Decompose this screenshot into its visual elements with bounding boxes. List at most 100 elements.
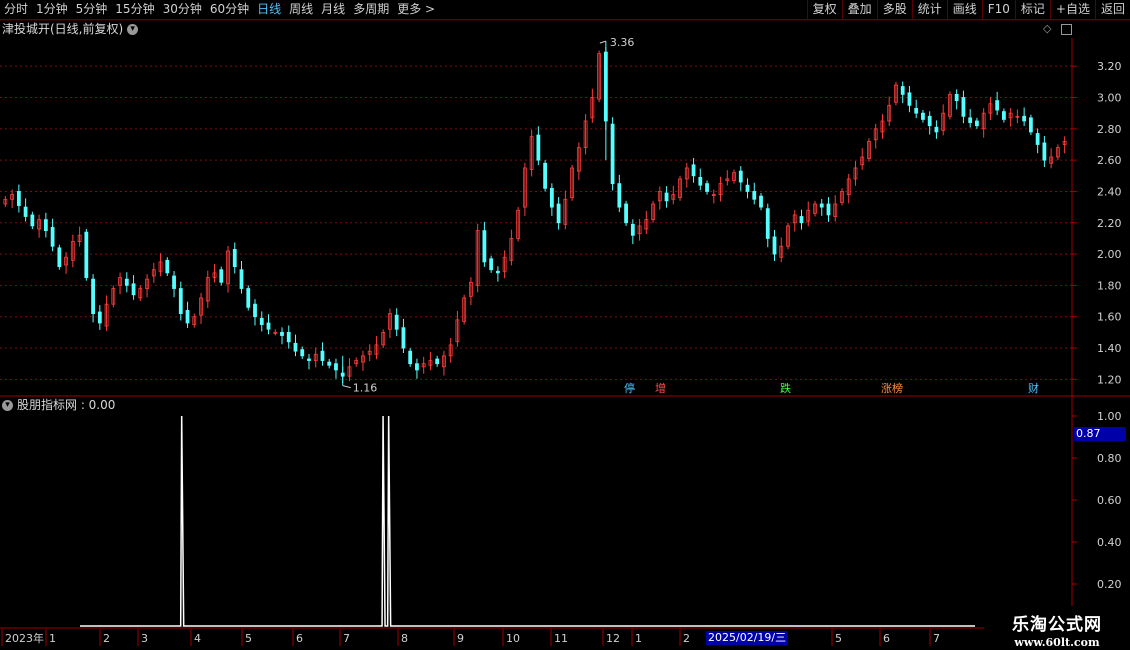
candle-body-32 bbox=[219, 269, 224, 283]
candle-body-90 bbox=[610, 123, 615, 185]
x-label-14: 2 bbox=[683, 632, 690, 645]
low-marker-label: 1.16 bbox=[353, 382, 378, 395]
candle-body-13 bbox=[91, 278, 95, 314]
candle-body-35 bbox=[239, 269, 244, 289]
chevron-down-icon[interactable]: ▾ bbox=[2, 400, 13, 411]
candle-body-18 bbox=[124, 278, 129, 286]
candle-body-147 bbox=[995, 100, 1000, 111]
x-label-1: 1 bbox=[49, 632, 56, 645]
x-label-5: 5 bbox=[245, 632, 252, 645]
candle-body-142 bbox=[961, 97, 966, 117]
candle-body-60 bbox=[408, 350, 413, 365]
candle-body-3 bbox=[23, 206, 28, 217]
x-label-4: 4 bbox=[194, 632, 201, 645]
crosshair-date: 2025/02/19/三 bbox=[706, 631, 789, 645]
x-label-15: 5 bbox=[835, 632, 842, 645]
candle-body-58 bbox=[394, 314, 399, 330]
event-marker-1: 增 bbox=[655, 381, 666, 395]
x-label-11: 11 bbox=[554, 632, 568, 645]
x-label-12: 12 bbox=[606, 632, 620, 645]
candle-body-81 bbox=[549, 187, 554, 208]
candle-body-39 bbox=[266, 322, 271, 330]
candle-body-153 bbox=[1035, 133, 1040, 145]
candle-body-34 bbox=[232, 248, 237, 268]
candle-body-24 bbox=[165, 259, 170, 274]
x-label-9: 9 bbox=[457, 632, 464, 645]
x-label-3: 3 bbox=[141, 632, 148, 645]
watermark-logo: 乐淘公式网 www.60lt.com bbox=[984, 606, 1130, 650]
candle-body-49 bbox=[334, 363, 338, 371]
candle-body-134 bbox=[907, 92, 912, 106]
candle-body-6 bbox=[43, 219, 48, 231]
candle-body-36 bbox=[246, 288, 251, 308]
indicator-title-text: 股朋指标网 : 0.00 bbox=[17, 398, 116, 412]
main-y-tick-0: 3.20 bbox=[1097, 60, 1122, 73]
event-marker-2: 跌 bbox=[780, 381, 791, 395]
candle-body-98 bbox=[664, 192, 669, 202]
x-label-7: 7 bbox=[343, 632, 350, 645]
candle-body-110 bbox=[745, 184, 750, 192]
x-label-0: 2023年 bbox=[5, 631, 44, 645]
sub-y-tick-3: 0.40 bbox=[1097, 536, 1122, 549]
candle-body-61 bbox=[415, 363, 419, 371]
candle-body-19 bbox=[131, 283, 136, 296]
candle-body-43 bbox=[293, 342, 298, 352]
main-y-tick-5: 2.20 bbox=[1097, 217, 1122, 230]
candle-body-137 bbox=[927, 115, 932, 127]
candle-body-4 bbox=[30, 214, 35, 227]
main-y-tick-7: 1.80 bbox=[1097, 279, 1122, 292]
x-label-8: 8 bbox=[401, 632, 408, 645]
candle-body-114 bbox=[772, 236, 777, 255]
candle-body-112 bbox=[759, 195, 763, 208]
candle-body-154 bbox=[1042, 142, 1047, 161]
candle-body-103 bbox=[698, 176, 703, 186]
main-y-tick-1: 3.00 bbox=[1097, 92, 1122, 105]
candle-body-143 bbox=[968, 117, 973, 123]
main-y-tick-4: 2.40 bbox=[1097, 185, 1122, 198]
event-marker-3: 涨榜 bbox=[881, 381, 903, 395]
main-y-tick-3: 2.60 bbox=[1097, 154, 1122, 167]
candle-body-93 bbox=[630, 223, 635, 236]
candle-body-141 bbox=[954, 93, 959, 102]
x-label-10: 10 bbox=[506, 632, 520, 645]
candle-body-71 bbox=[482, 230, 487, 263]
candle-body-122 bbox=[826, 203, 831, 216]
candle-body-14 bbox=[97, 311, 102, 324]
sub-y-tick-1: 0.80 bbox=[1097, 452, 1122, 465]
candle-body-104 bbox=[705, 183, 709, 192]
indicator-line bbox=[80, 415, 975, 627]
candle-body-80 bbox=[543, 162, 548, 189]
candle-body-138 bbox=[934, 126, 939, 133]
candle-body-113 bbox=[765, 208, 770, 239]
x-label-2: 2 bbox=[103, 632, 110, 645]
x-label-17: 7 bbox=[933, 632, 940, 645]
high-marker-label: 3.36 bbox=[610, 36, 635, 49]
main-y-tick-6: 2.00 bbox=[1097, 248, 1122, 261]
chart-canvas[interactable]: 3.20 3.00 2.80 2.60 2.40 2.20 2.00 1.80 1.60 1.40… bbox=[0, 0, 1130, 650]
candle-body-27 bbox=[185, 310, 190, 324]
candle-body-79 bbox=[536, 134, 541, 161]
candle-body-12 bbox=[84, 231, 89, 278]
candle-body-109 bbox=[738, 170, 743, 183]
candle-body-64 bbox=[435, 358, 440, 365]
x-label-13: 1 bbox=[635, 632, 642, 645]
candle-body-118 bbox=[799, 216, 804, 224]
candle-body-47 bbox=[320, 350, 325, 361]
candle-body-38 bbox=[259, 317, 264, 325]
candle-body-37 bbox=[253, 303, 257, 318]
candle-body-92 bbox=[624, 203, 628, 224]
candle-body-45 bbox=[307, 358, 311, 361]
candle-body-152 bbox=[1028, 117, 1033, 133]
candle-body-102 bbox=[691, 164, 696, 177]
candle-body-121 bbox=[819, 203, 824, 208]
indicator-title: ▾ 股朋指标网 : 0.00 bbox=[2, 398, 115, 413]
candle-body-135 bbox=[914, 108, 919, 114]
candle-body-59 bbox=[401, 327, 406, 349]
main-y-tick-10: 1.20 bbox=[1097, 373, 1122, 386]
candle-body-8 bbox=[57, 247, 62, 268]
candle-body-42 bbox=[286, 331, 291, 343]
candle-body-136 bbox=[921, 112, 925, 120]
sub-y-tick-4: 0.20 bbox=[1097, 578, 1122, 591]
high-marker-arrow bbox=[599, 40, 606, 44]
candle-body-91 bbox=[617, 183, 622, 208]
